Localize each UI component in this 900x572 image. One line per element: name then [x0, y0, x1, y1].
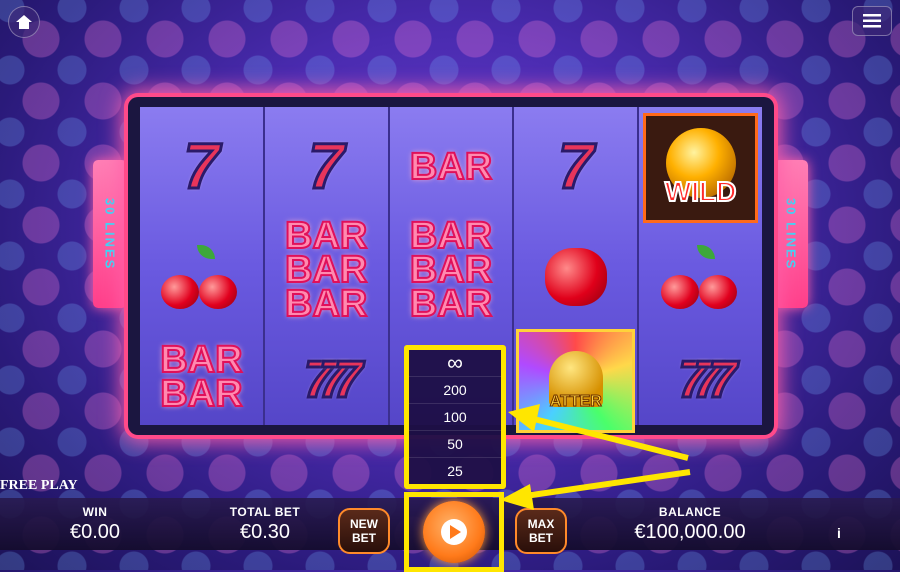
double-bar-symbol: BAR BAR — [140, 332, 263, 422]
wild-label: WILD — [664, 175, 738, 208]
win-value: €0.00 — [69, 521, 121, 543]
balance-value: €100,000.00 — [634, 521, 746, 543]
max-bet-button[interactable]: MAX BET — [515, 508, 567, 554]
scatter-label: ATTER — [549, 393, 602, 411]
info-button[interactable]: i — [828, 522, 850, 544]
seven-glyph: 7 — [692, 350, 724, 411]
reel-2: 7 BAR BAR BAR 7 7 7 — [264, 107, 390, 425]
total-bet-value: €0.30 — [239, 521, 291, 543]
autoplay-option-100[interactable]: 100 — [409, 404, 501, 431]
paylines-panel-left: 30 LINES — [93, 160, 127, 308]
seven-glyph: 7 — [317, 350, 349, 411]
autoplay-option-25[interactable]: 25 — [409, 458, 501, 484]
autoplay-menu: ∞ 200 100 50 25 — [404, 345, 506, 489]
seven-glyph: 7 — [332, 350, 364, 411]
bar-label: BAR — [159, 339, 243, 381]
reel-1: 7 BAR BAR — [140, 107, 265, 425]
seven-symbol: 7 — [556, 129, 595, 204]
bar-label: BAR — [284, 249, 368, 291]
bar-label: BAR — [409, 215, 493, 257]
bar-symbol: BAR — [390, 137, 513, 197]
cherries-symbol — [140, 227, 263, 327]
triple-bar-symbol: BAR BAR BAR — [390, 215, 513, 325]
free-play-label: FREE PLAY — [0, 478, 78, 493]
triple-seven-symbol: 7 7 7 — [265, 335, 388, 425]
total-bet-display: TOTAL BET €0.30 — [210, 505, 320, 544]
bar-label: BAR — [284, 283, 368, 325]
scatter-symbol: ATTER — [516, 329, 636, 433]
bar-label: BAR — [409, 249, 493, 291]
bar-label: BAR — [284, 215, 368, 257]
total-bet-label: TOTAL BET — [229, 505, 301, 519]
balance-label: BALANCE — [658, 505, 722, 519]
reel-4: 7 ATTER — [514, 107, 640, 433]
wild-symbol: WILD — [643, 113, 758, 223]
seven-glyph: 7 — [677, 350, 709, 411]
cherry-icon — [660, 245, 741, 309]
paylines-panel-right: 30 LINES — [774, 160, 808, 308]
seven-glyph: 7 — [707, 350, 739, 411]
bar-label: BAR — [409, 283, 493, 325]
paylines-label-right: 30 LINES — [783, 197, 799, 271]
spin-button[interactable] — [423, 501, 485, 563]
cherries-symbol — [639, 227, 762, 327]
home-button[interactable] — [8, 6, 40, 38]
spin-button-highlight — [404, 492, 504, 572]
autoplay-option-200[interactable]: 200 — [409, 377, 501, 404]
cherry-icon — [161, 245, 241, 309]
seven-glyph: 7 — [302, 350, 334, 411]
play-icon — [441, 519, 467, 545]
bar-label: BAR — [159, 373, 243, 415]
paylines-label-left: 30 LINES — [102, 197, 118, 271]
autoplay-option-50[interactable]: 50 — [409, 431, 501, 458]
apple-icon — [544, 248, 607, 306]
triple-bar-symbol: BAR BAR BAR — [265, 215, 388, 325]
reel-5: WILD 7 7 7 — [639, 107, 762, 425]
hamburger-icon — [863, 14, 881, 28]
new-bet-button[interactable]: NEW BET — [338, 508, 390, 554]
seven-symbol: 7 — [182, 129, 221, 204]
bar-label: BAR — [409, 146, 493, 188]
autoplay-option-infinite[interactable]: ∞ — [409, 350, 501, 377]
apple-symbol — [514, 227, 637, 327]
win-display: WIN €0.00 — [50, 505, 140, 544]
home-icon — [16, 15, 32, 29]
triple-seven-symbol: 7 7 7 — [639, 335, 762, 425]
seven-symbol: 7 — [307, 129, 346, 204]
win-label: WIN — [82, 505, 108, 519]
menu-button[interactable] — [852, 6, 892, 36]
balance-display: BALANCE €100,000.00 — [610, 505, 770, 544]
